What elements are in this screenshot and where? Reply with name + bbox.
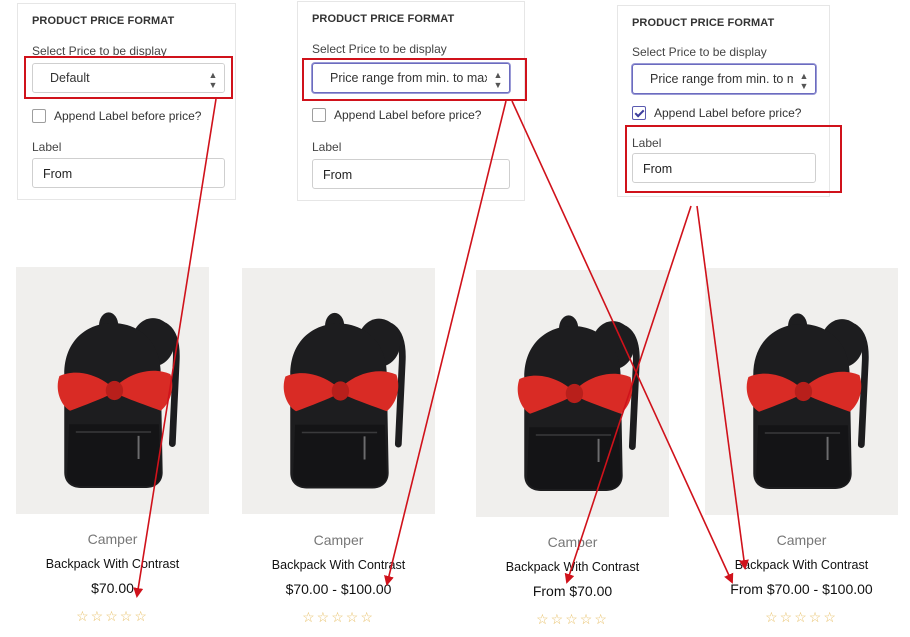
panel-title: PRODUCT PRICE FORMAT <box>312 13 455 25</box>
select-value: Price range from min. to max <box>650 72 811 86</box>
label-input-value: From <box>43 167 73 181</box>
label-field-label: Label <box>312 140 342 154</box>
append-label-text: Append Label before price? <box>334 108 482 122</box>
append-label-text: Append Label before price? <box>654 106 802 120</box>
panel-title: PRODUCT PRICE FORMAT <box>32 15 175 27</box>
settings-panel-default: PRODUCT PRICE FORMAT Select Price to be … <box>17 3 236 200</box>
append-label-option[interactable]: Append Label before price? <box>32 109 232 125</box>
append-label-checkbox[interactable] <box>312 108 326 122</box>
product-price: $70.00 <box>91 580 134 596</box>
select-arrows-icon: ▲ ▼ <box>793 65 815 93</box>
product-price: From $70.00 - $100.00 <box>730 581 873 597</box>
select-price-label: Select Price to be display <box>312 42 447 56</box>
backpack-image <box>57 312 180 488</box>
append-label-text: Append Label before price? <box>54 109 202 123</box>
rating-stars-icon: ☆☆☆☆☆ <box>765 609 838 625</box>
append-label-option[interactable]: Append Label before price? <box>632 106 822 122</box>
label-field-label: Label <box>32 140 62 154</box>
product-image[interactable] <box>705 268 898 515</box>
product-price: $70.00 - $100.00 <box>285 581 392 597</box>
product-image[interactable] <box>242 268 435 514</box>
rating-stars-icon: ☆☆☆☆☆ <box>302 609 375 625</box>
rating-stars-icon: ☆☆☆☆☆ <box>536 611 609 627</box>
select-price-label: Select Price to be display <box>632 45 767 59</box>
product-image[interactable] <box>476 270 669 517</box>
backpack-image <box>283 312 406 489</box>
product-title[interactable]: Backpack With Contrast <box>16 557 209 571</box>
append-label-checkbox[interactable] <box>32 109 46 123</box>
backpack-image <box>517 315 640 491</box>
price-format-select[interactable]: Price range from min. to max ▲ ▼ <box>632 64 816 94</box>
backpack-image <box>746 313 869 489</box>
product-vendor: Camper <box>776 532 827 548</box>
highlight-select-price-range <box>302 58 527 101</box>
product-title[interactable]: Backpack With Contrast <box>476 560 669 574</box>
product-title[interactable]: Backpack With Contrast <box>242 558 435 572</box>
append-label-checkbox[interactable] <box>632 106 646 120</box>
label-input-value: From <box>323 168 353 182</box>
settings-panel-price-range: PRODUCT PRICE FORMAT Select Price to be … <box>297 1 525 201</box>
label-input[interactable]: From <box>312 159 510 189</box>
highlight-label-field <box>625 125 842 193</box>
panel-title: PRODUCT PRICE FORMAT <box>632 17 775 29</box>
product-vendor: Camper <box>87 531 138 547</box>
product-price: From $70.00 <box>532 583 613 599</box>
product-vendor: Camper <box>313 532 364 548</box>
rating-stars-icon: ☆☆☆☆☆ <box>76 608 149 624</box>
comparison-screenshot: PRODUCT PRICE FORMAT Select Price to be … <box>0 0 910 637</box>
append-label-option[interactable]: Append Label before price? <box>312 108 512 124</box>
product-vendor: Camper <box>547 534 598 550</box>
label-input[interactable]: From <box>32 158 225 188</box>
product-title[interactable]: Backpack With Contrast <box>705 558 898 572</box>
highlight-select-default <box>24 56 233 99</box>
product-image[interactable] <box>16 267 209 514</box>
